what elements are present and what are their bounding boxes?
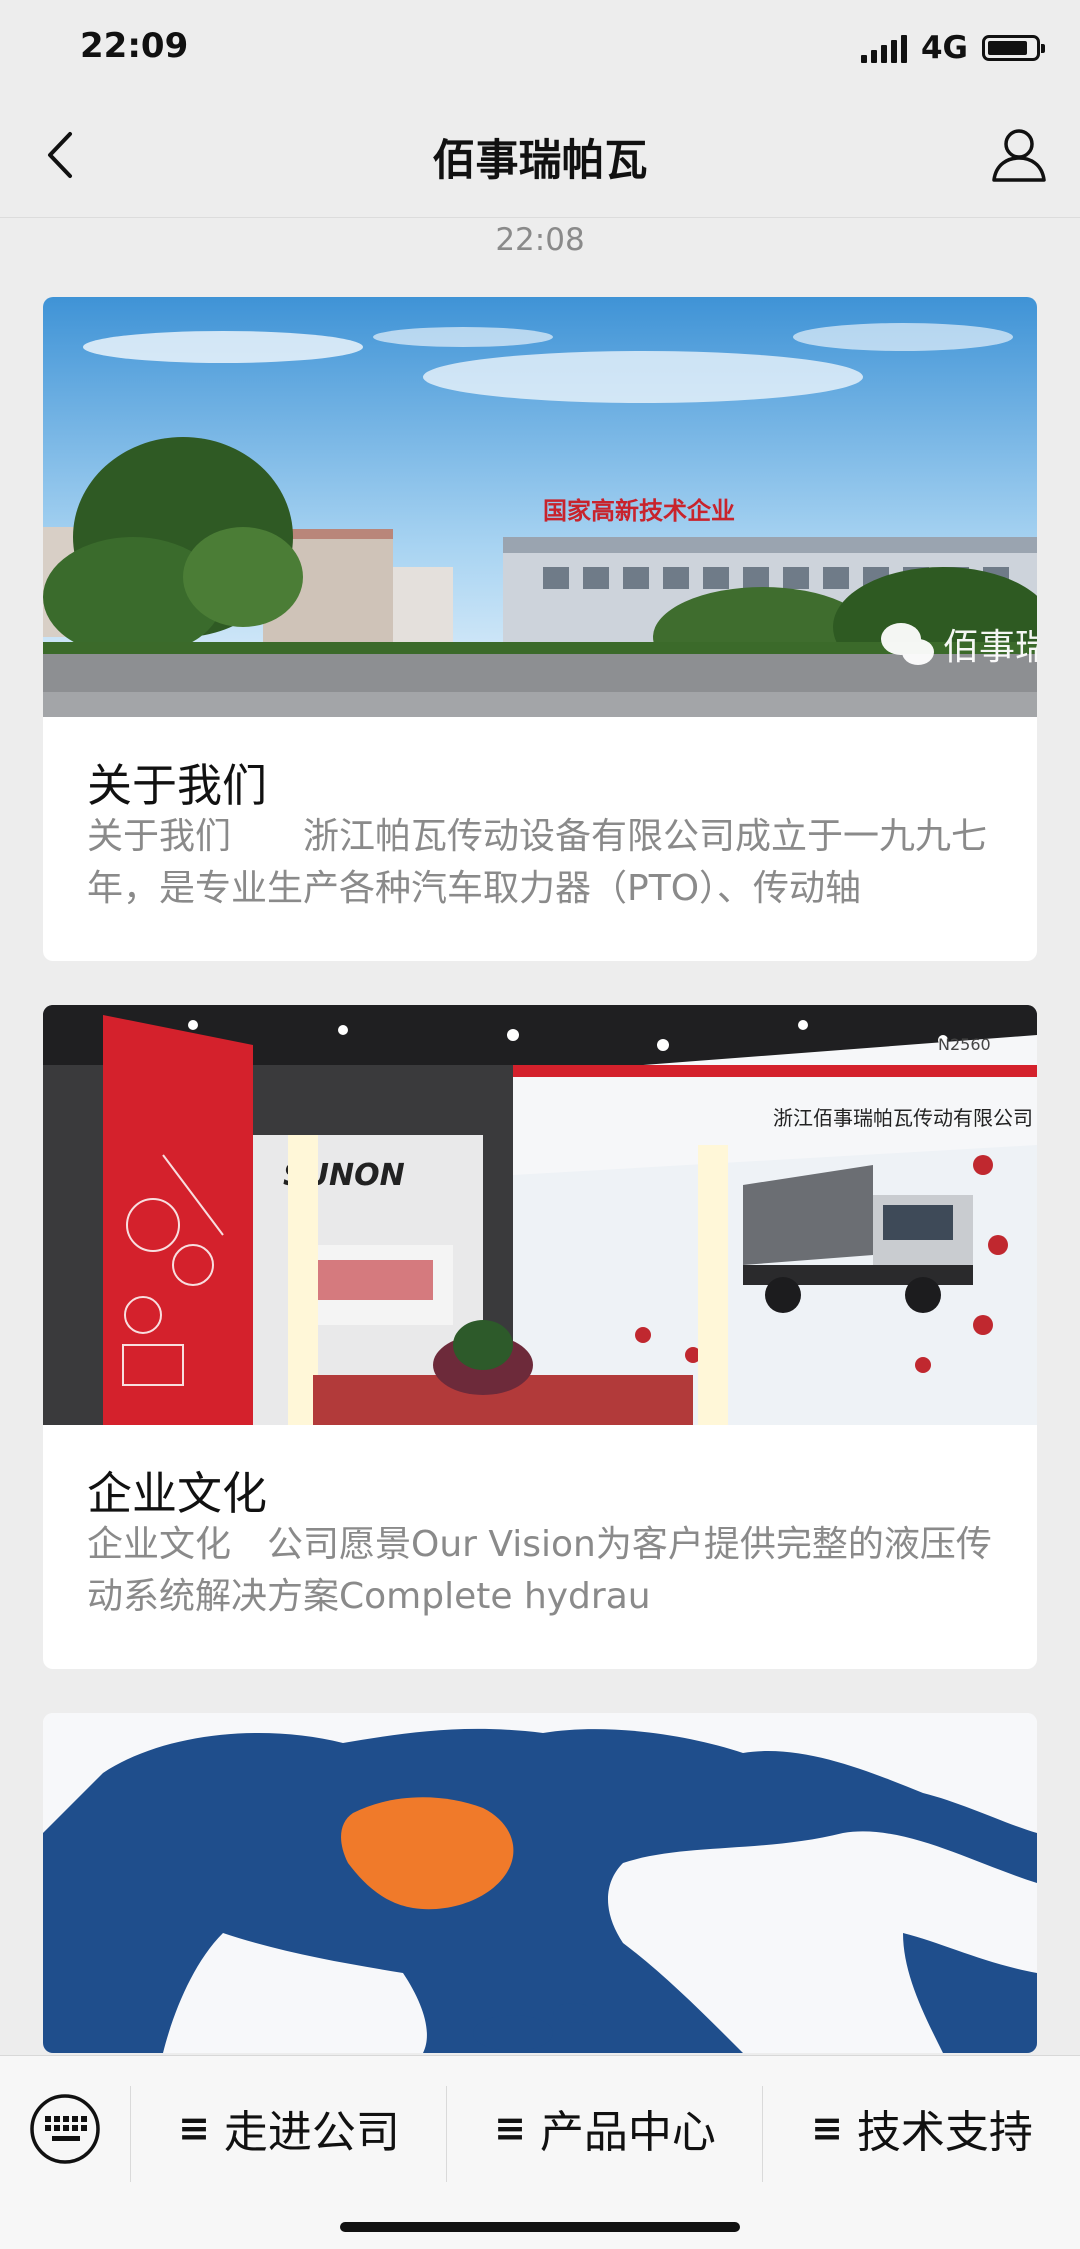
booth-number-text: N2560 bbox=[938, 1035, 991, 1054]
card-description: 关于我们 浙江帕瓦传动设备有限公司成立于一九九七年，是专业生产各种汽车取力器（P… bbox=[87, 816, 988, 909]
status-bar: 22:09 4G bbox=[0, 0, 1080, 96]
battery-icon bbox=[982, 35, 1045, 61]
bottom-menu: ≡ 走进公司 ≡ 产品中心 ≡ 技术支持 bbox=[0, 2055, 1080, 2249]
card-description: 企业文化 公司愿景Our Vision为客户提供完整的液压传动系统解决方案Com… bbox=[87, 1524, 992, 1617]
factory-photo: 国家高新技术企业 佰事瑞 bbox=[43, 297, 1037, 717]
message-timestamp: 22:08 bbox=[495, 222, 585, 258]
card-cover-image: SUNON 浙江佰事瑞帕瓦传动有限公司 N2560 bbox=[43, 1005, 1037, 1425]
nav-bar: 佰事瑞帕瓦 bbox=[0, 96, 1080, 218]
menu-item-label: 产品中心 bbox=[539, 2107, 716, 2158]
status-indicators: 4G bbox=[860, 28, 1045, 68]
article-card-world-map[interactable] bbox=[43, 1713, 1037, 2053]
menu-item-label: 技术支持 bbox=[856, 2107, 1033, 2158]
menu-item-company[interactable]: ≡ 走进公司 bbox=[132, 2098, 446, 2158]
card-title: 企业文化 bbox=[87, 1467, 268, 1520]
menu-divider bbox=[762, 2086, 763, 2182]
battery-fill bbox=[988, 41, 1027, 55]
article-card-about-us[interactable]: 国家高新技术企业 佰事瑞 关于我们 关于我们 浙江帕瓦传动设备有限公司成立于一九… bbox=[43, 297, 1037, 961]
status-time: 22:09 bbox=[80, 26, 189, 66]
menu-icon: ≡ bbox=[811, 2106, 843, 2150]
card-cover-image bbox=[43, 1713, 1037, 2053]
menu-divider bbox=[446, 2086, 447, 2182]
card-title: 关于我们 bbox=[87, 759, 268, 812]
watermark-text: 佰事瑞 bbox=[943, 627, 1037, 668]
exhibition-photo: SUNON 浙江佰事瑞帕瓦传动有限公司 N2560 bbox=[43, 1005, 1037, 1425]
home-indicator[interactable] bbox=[340, 2222, 740, 2232]
menu-item-label: 走进公司 bbox=[223, 2107, 400, 2158]
menu-icon: ≡ bbox=[494, 2106, 526, 2150]
menu-divider bbox=[130, 2086, 131, 2182]
menu-item-products[interactable]: ≡ 产品中心 bbox=[448, 2098, 762, 2158]
menu-icon: ≡ bbox=[178, 2106, 210, 2150]
network-type: 4G bbox=[920, 30, 968, 66]
world-map-image bbox=[43, 1713, 1037, 2053]
menu-item-support[interactable]: ≡ 技术支持 bbox=[764, 2098, 1080, 2158]
article-card-culture[interactable]: SUNON 浙江佰事瑞帕瓦传动有限公司 N2560 企业文化 企业文化 公司愿景… bbox=[43, 1005, 1037, 1669]
keyboard-icon bbox=[30, 2094, 100, 2164]
profile-button[interactable] bbox=[984, 120, 1054, 190]
factory-sign-text: 国家高新技术企业 bbox=[543, 497, 735, 525]
page-title: 佰事瑞帕瓦 bbox=[432, 136, 648, 186]
signal-icon bbox=[860, 33, 907, 63]
card-cover-image: 国家高新技术企业 佰事瑞 bbox=[43, 297, 1037, 717]
user-icon bbox=[992, 129, 1046, 182]
keyboard-toggle-button[interactable] bbox=[28, 2092, 102, 2166]
booth-banner-text: 浙江佰事瑞帕瓦传动有限公司 bbox=[773, 1106, 1033, 1130]
